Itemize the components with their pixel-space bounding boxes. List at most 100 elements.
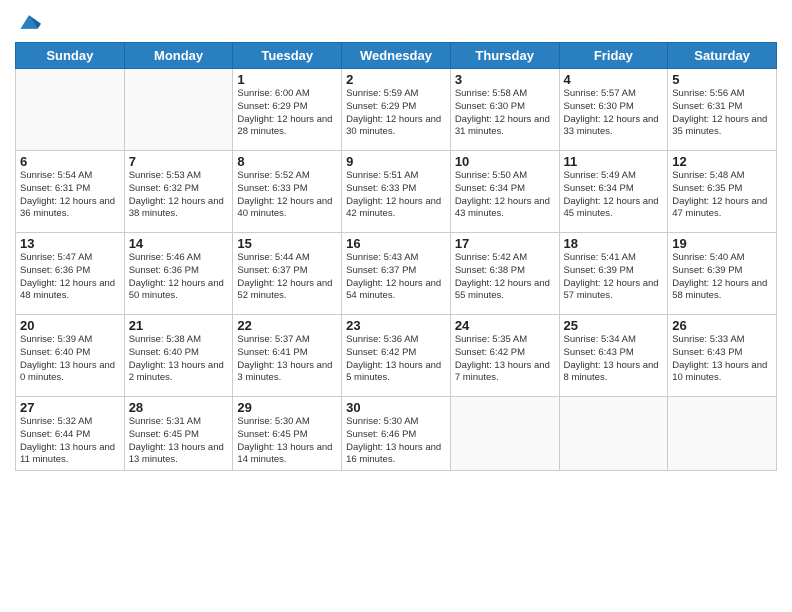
day-number: 17 xyxy=(455,236,555,251)
day-info: Sunrise: 5:30 AMSunset: 6:45 PMDaylight:… xyxy=(237,416,337,467)
calendar-cell: 26Sunrise: 5:33 AMSunset: 6:43 PMDayligh… xyxy=(668,315,777,397)
calendar-cell: 27Sunrise: 5:32 AMSunset: 6:44 PMDayligh… xyxy=(16,397,125,471)
day-number: 29 xyxy=(237,400,337,415)
logo-icon xyxy=(17,10,41,34)
day-number: 11 xyxy=(564,154,664,169)
day-number: 15 xyxy=(237,236,337,251)
weekday-thursday: Thursday xyxy=(450,43,559,69)
day-info: Sunrise: 5:54 AMSunset: 6:31 PMDaylight:… xyxy=(20,170,120,221)
calendar-cell: 20Sunrise: 5:39 AMSunset: 6:40 PMDayligh… xyxy=(16,315,125,397)
weekday-friday: Friday xyxy=(559,43,668,69)
day-info: Sunrise: 5:48 AMSunset: 6:35 PMDaylight:… xyxy=(672,170,772,221)
day-number: 5 xyxy=(672,72,772,87)
calendar-cell: 18Sunrise: 5:41 AMSunset: 6:39 PMDayligh… xyxy=(559,233,668,315)
day-number: 7 xyxy=(129,154,229,169)
calendar-table: SundayMondayTuesdayWednesdayThursdayFrid… xyxy=(15,42,777,471)
calendar-cell: 22Sunrise: 5:37 AMSunset: 6:41 PMDayligh… xyxy=(233,315,342,397)
calendar-cell: 24Sunrise: 5:35 AMSunset: 6:42 PMDayligh… xyxy=(450,315,559,397)
calendar-cell: 25Sunrise: 5:34 AMSunset: 6:43 PMDayligh… xyxy=(559,315,668,397)
day-number: 3 xyxy=(455,72,555,87)
calendar-cell: 19Sunrise: 5:40 AMSunset: 6:39 PMDayligh… xyxy=(668,233,777,315)
calendar-cell: 3Sunrise: 5:58 AMSunset: 6:30 PMDaylight… xyxy=(450,69,559,151)
calendar-week-row: 20Sunrise: 5:39 AMSunset: 6:40 PMDayligh… xyxy=(16,315,777,397)
calendar-cell: 4Sunrise: 5:57 AMSunset: 6:30 PMDaylight… xyxy=(559,69,668,151)
day-info: Sunrise: 5:44 AMSunset: 6:37 PMDaylight:… xyxy=(237,252,337,303)
calendar-cell xyxy=(559,397,668,471)
calendar-cell: 11Sunrise: 5:49 AMSunset: 6:34 PMDayligh… xyxy=(559,151,668,233)
day-number: 24 xyxy=(455,318,555,333)
calendar-week-row: 27Sunrise: 5:32 AMSunset: 6:44 PMDayligh… xyxy=(16,397,777,471)
calendar-cell: 12Sunrise: 5:48 AMSunset: 6:35 PMDayligh… xyxy=(668,151,777,233)
day-info: Sunrise: 5:59 AMSunset: 6:29 PMDaylight:… xyxy=(346,88,446,139)
calendar-cell: 29Sunrise: 5:30 AMSunset: 6:45 PMDayligh… xyxy=(233,397,342,471)
calendar-week-row: 6Sunrise: 5:54 AMSunset: 6:31 PMDaylight… xyxy=(16,151,777,233)
calendar-cell: 17Sunrise: 5:42 AMSunset: 6:38 PMDayligh… xyxy=(450,233,559,315)
calendar-cell xyxy=(450,397,559,471)
day-number: 22 xyxy=(237,318,337,333)
day-number: 18 xyxy=(564,236,664,251)
day-info: Sunrise: 5:40 AMSunset: 6:39 PMDaylight:… xyxy=(672,252,772,303)
day-number: 25 xyxy=(564,318,664,333)
day-info: Sunrise: 5:57 AMSunset: 6:30 PMDaylight:… xyxy=(564,88,664,139)
day-info: Sunrise: 5:35 AMSunset: 6:42 PMDaylight:… xyxy=(455,334,555,385)
day-info: Sunrise: 5:47 AMSunset: 6:36 PMDaylight:… xyxy=(20,252,120,303)
calendar-cell xyxy=(668,397,777,471)
day-number: 30 xyxy=(346,400,446,415)
calendar-cell: 8Sunrise: 5:52 AMSunset: 6:33 PMDaylight… xyxy=(233,151,342,233)
calendar-week-row: 1Sunrise: 6:00 AMSunset: 6:29 PMDaylight… xyxy=(16,69,777,151)
header xyxy=(15,10,777,34)
day-info: Sunrise: 5:52 AMSunset: 6:33 PMDaylight:… xyxy=(237,170,337,221)
weekday-monday: Monday xyxy=(124,43,233,69)
calendar-cell: 6Sunrise: 5:54 AMSunset: 6:31 PMDaylight… xyxy=(16,151,125,233)
weekday-saturday: Saturday xyxy=(668,43,777,69)
day-number: 8 xyxy=(237,154,337,169)
weekday-sunday: Sunday xyxy=(16,43,125,69)
weekday-wednesday: Wednesday xyxy=(342,43,451,69)
day-number: 21 xyxy=(129,318,229,333)
day-info: Sunrise: 5:33 AMSunset: 6:43 PMDaylight:… xyxy=(672,334,772,385)
day-number: 6 xyxy=(20,154,120,169)
logo xyxy=(15,10,41,34)
day-number: 4 xyxy=(564,72,664,87)
day-number: 28 xyxy=(129,400,229,415)
calendar-cell: 15Sunrise: 5:44 AMSunset: 6:37 PMDayligh… xyxy=(233,233,342,315)
day-number: 27 xyxy=(20,400,120,415)
day-info: Sunrise: 5:43 AMSunset: 6:37 PMDaylight:… xyxy=(346,252,446,303)
day-info: Sunrise: 6:00 AMSunset: 6:29 PMDaylight:… xyxy=(237,88,337,139)
weekday-header-row: SundayMondayTuesdayWednesdayThursdayFrid… xyxy=(16,43,777,69)
calendar-cell: 1Sunrise: 6:00 AMSunset: 6:29 PMDaylight… xyxy=(233,69,342,151)
calendar-cell: 5Sunrise: 5:56 AMSunset: 6:31 PMDaylight… xyxy=(668,69,777,151)
calendar-cell: 23Sunrise: 5:36 AMSunset: 6:42 PMDayligh… xyxy=(342,315,451,397)
day-info: Sunrise: 5:36 AMSunset: 6:42 PMDaylight:… xyxy=(346,334,446,385)
day-info: Sunrise: 5:50 AMSunset: 6:34 PMDaylight:… xyxy=(455,170,555,221)
calendar-cell: 30Sunrise: 5:30 AMSunset: 6:46 PMDayligh… xyxy=(342,397,451,471)
day-info: Sunrise: 5:32 AMSunset: 6:44 PMDaylight:… xyxy=(20,416,120,467)
day-info: Sunrise: 5:31 AMSunset: 6:45 PMDaylight:… xyxy=(129,416,229,467)
day-number: 12 xyxy=(672,154,772,169)
calendar-cell: 2Sunrise: 5:59 AMSunset: 6:29 PMDaylight… xyxy=(342,69,451,151)
day-info: Sunrise: 5:53 AMSunset: 6:32 PMDaylight:… xyxy=(129,170,229,221)
calendar-cell: 10Sunrise: 5:50 AMSunset: 6:34 PMDayligh… xyxy=(450,151,559,233)
calendar-cell: 7Sunrise: 5:53 AMSunset: 6:32 PMDaylight… xyxy=(124,151,233,233)
day-info: Sunrise: 5:51 AMSunset: 6:33 PMDaylight:… xyxy=(346,170,446,221)
day-number: 23 xyxy=(346,318,446,333)
day-info: Sunrise: 5:42 AMSunset: 6:38 PMDaylight:… xyxy=(455,252,555,303)
day-info: Sunrise: 5:58 AMSunset: 6:30 PMDaylight:… xyxy=(455,88,555,139)
day-number: 26 xyxy=(672,318,772,333)
day-number: 16 xyxy=(346,236,446,251)
day-info: Sunrise: 5:30 AMSunset: 6:46 PMDaylight:… xyxy=(346,416,446,467)
day-number: 2 xyxy=(346,72,446,87)
day-number: 9 xyxy=(346,154,446,169)
calendar-cell: 13Sunrise: 5:47 AMSunset: 6:36 PMDayligh… xyxy=(16,233,125,315)
calendar-cell: 28Sunrise: 5:31 AMSunset: 6:45 PMDayligh… xyxy=(124,397,233,471)
day-info: Sunrise: 5:37 AMSunset: 6:41 PMDaylight:… xyxy=(237,334,337,385)
day-info: Sunrise: 5:46 AMSunset: 6:36 PMDaylight:… xyxy=(129,252,229,303)
day-number: 19 xyxy=(672,236,772,251)
calendar-cell xyxy=(124,69,233,151)
calendar-cell: 16Sunrise: 5:43 AMSunset: 6:37 PMDayligh… xyxy=(342,233,451,315)
calendar-week-row: 13Sunrise: 5:47 AMSunset: 6:36 PMDayligh… xyxy=(16,233,777,315)
day-info: Sunrise: 5:41 AMSunset: 6:39 PMDaylight:… xyxy=(564,252,664,303)
day-number: 13 xyxy=(20,236,120,251)
day-number: 14 xyxy=(129,236,229,251)
day-number: 10 xyxy=(455,154,555,169)
